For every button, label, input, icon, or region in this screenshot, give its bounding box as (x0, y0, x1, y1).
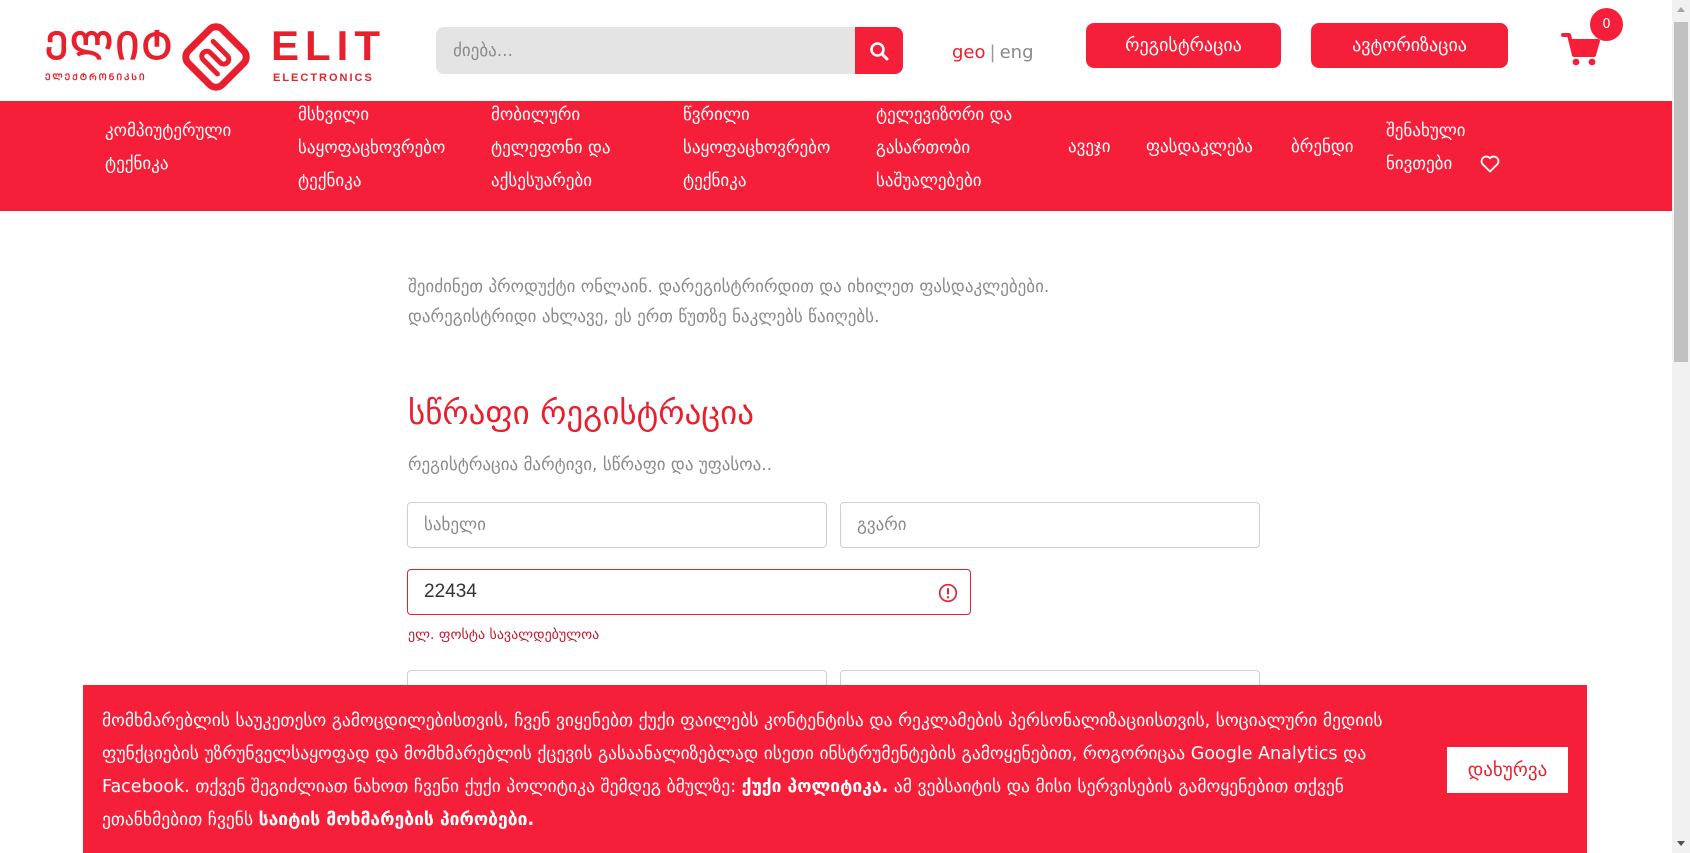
nav-item-saved-label: შენახული ნივთები (1386, 121, 1466, 174)
terms-link[interactable]: საიტის მოხმარების პირობები. (259, 810, 534, 830)
nav-item-tv-entertainment[interactable]: ტელევიზორი და გასართობი საშუალებები (876, 99, 1012, 198)
vertical-scrollbar[interactable] (1672, 0, 1690, 853)
logo-text-ka: ᲔᲚᲘᲢ (45, 24, 175, 68)
email-field (407, 569, 971, 615)
logo-subtext-ka: ᲔᲚᲔᲥᲢᲠᲝᲜᲘᲙᲡᲘ (45, 73, 147, 83)
page: ᲔᲚᲘᲢ ᲔᲚᲔᲥᲢᲠᲝᲜᲘᲙᲡᲘ ELIT ELECTRONICS geo| (0, 0, 1690, 853)
cookie-text: მომხმარებლის საუკეთესო გამოცდილებისთვის,… (102, 705, 1392, 837)
cookie-banner: მომხმარებლის საუკეთესო გამოცდილებისთვის,… (83, 685, 1587, 853)
logo-text-en: ELIT (271, 22, 386, 69)
site-header: ᲔᲚᲘᲢ ᲔᲚᲔᲥᲢᲠᲝᲜᲘᲙᲡᲘ ELIT ELECTRONICS geo| (0, 0, 1672, 101)
page-subtitle: რეგისტრაცია მარტივი, სწრაფი და უფასოა.. (408, 455, 773, 475)
first-name-field (407, 502, 827, 548)
first-name-input[interactable] (408, 503, 826, 547)
lang-separator: | (989, 42, 996, 63)
logo-mark-icon (182, 23, 250, 91)
nav-item-furniture[interactable]: ავეჯი (1068, 131, 1111, 164)
nav-item-mobile-phones[interactable]: მობილური ტელეფონი და აქსესუარები (491, 99, 611, 198)
nav-item-discounts[interactable]: ფასდაკლება (1146, 131, 1253, 164)
email-error-message: ელ. ფოსტა სავალდებულოა (408, 627, 600, 643)
nav-item-computers[interactable]: კომპიუტერული ტექნიკა (105, 115, 231, 181)
nav-item-saved[interactable]: შენახული ნივთები (1386, 115, 1500, 181)
site-logo[interactable]: ᲔᲚᲘᲢ ᲔᲚᲔᲥᲢᲠᲝᲜᲘᲙᲡᲘ ELIT ELECTRONICS (45, 20, 390, 91)
language-switcher: geo | eng (952, 42, 1034, 63)
scroll-down-icon[interactable] (1672, 835, 1690, 853)
page-title: სწრაფი რეგისტრაცია (408, 393, 754, 432)
scroll-up-icon[interactable] (1672, 0, 1690, 18)
search-input[interactable] (436, 27, 856, 74)
search-button[interactable] (855, 27, 903, 74)
nav-item-small-appliances[interactable]: წვრილი საყოფაცხოვრებო ტექნიკა (683, 99, 830, 198)
lang-geo-link[interactable]: geo (952, 42, 986, 63)
last-name-input[interactable] (841, 503, 1259, 547)
cart-count-badge: 0 (1590, 8, 1623, 41)
nav-item-large-appliances[interactable]: მსხვილი საყოფაცხოვრებო ტექნიკა (298, 99, 445, 198)
intro-text: შეიძინეთ პროდუქტი ონლაინ. დარეგისტრირდით… (408, 272, 1208, 332)
cookie-close-button[interactable]: დახურვა (1447, 747, 1568, 793)
last-name-field (840, 502, 1260, 548)
heart-icon (1480, 155, 1500, 173)
scrollbar-thumb[interactable] (1674, 22, 1688, 362)
register-button[interactable]: რეგისტრაცია (1086, 23, 1281, 68)
intro-line-2: დარეგისტრიდი ახლავე, ეს ერთ წუთზე ნაკლებ… (408, 307, 880, 327)
lang-eng-link[interactable]: eng (1000, 42, 1034, 63)
main-nav: კომპიუტერული ტექნიკა მსხვილი საყოფაცხოვრ… (0, 101, 1672, 211)
login-button[interactable]: ავტორიზაცია (1311, 23, 1508, 68)
intro-line-1: შეიძინეთ პროდუქტი ონლაინ. დარეგისტრირდით… (408, 277, 1050, 297)
page-content: ᲔᲚᲘᲢ ᲔᲚᲔᲥᲢᲠᲝᲜᲘᲙᲡᲘ ELIT ELECTRONICS geo| (0, 0, 1672, 853)
error-icon (938, 583, 958, 603)
search-bar (436, 27, 903, 74)
cookie-policy-link[interactable]: ქუქი პოლიტიკა. (742, 777, 889, 797)
search-icon (870, 41, 889, 60)
logo-subtext-en: ELECTRONICS (273, 72, 374, 84)
email-input[interactable] (408, 570, 970, 614)
nav-item-brands[interactable]: ბრენდი (1291, 131, 1354, 164)
